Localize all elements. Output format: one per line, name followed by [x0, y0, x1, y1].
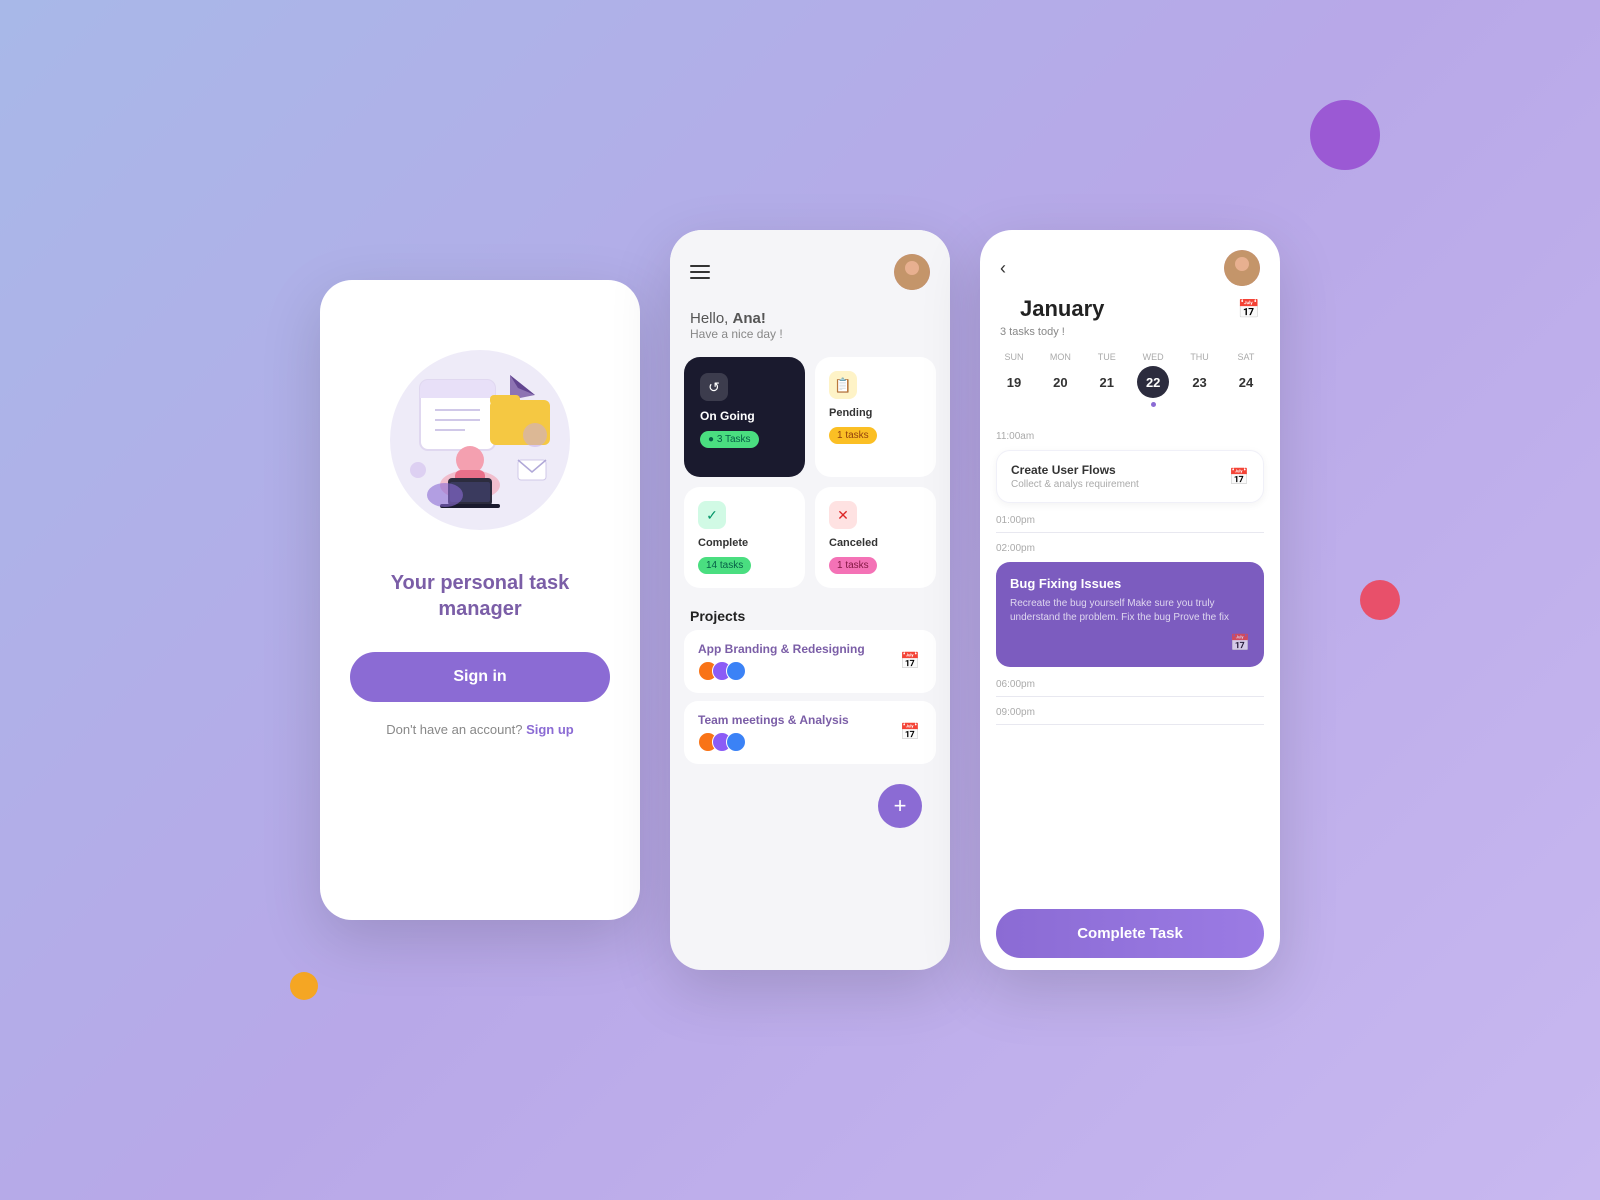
user-avatar	[894, 254, 930, 290]
project-item-1[interactable]: App Branding & Redesigning 📅	[684, 630, 936, 693]
timeline-divider-2	[996, 696, 1264, 697]
project-calendar-icon-2: 📅	[900, 722, 922, 744]
task-cards-grid: ↺ On Going ● 3 Tasks 📋 Pending 1 tasks ✓…	[670, 357, 950, 598]
deco-circle-red	[1360, 580, 1400, 620]
illustration-svg	[370, 320, 590, 540]
cal-day-20[interactable]: MON 20	[1042, 352, 1078, 407]
project-item-2[interactable]: Team meetings & Analysis 📅	[684, 701, 936, 764]
project-avatars-1	[698, 661, 865, 681]
canceled-badge: 1 tasks	[829, 557, 877, 574]
cal-user-avatar	[1224, 250, 1260, 286]
ongoing-card[interactable]: ↺ On Going ● 3 Tasks	[684, 357, 805, 477]
pending-card[interactable]: 📋 Pending 1 tasks	[815, 357, 936, 477]
pending-badge: 1 tasks	[829, 427, 877, 444]
timeline: 11:00am Create User Flows Collect & anal…	[980, 423, 1280, 897]
add-project-fab[interactable]: +	[878, 784, 922, 828]
signin-button[interactable]: Sign in	[350, 652, 610, 702]
cal-month: January	[1000, 296, 1124, 322]
event-title-1: Create User Flows	[1011, 463, 1139, 477]
screen-calendar: ‹ January 📅 3 tasks tody ! SUN 19 MON 20	[980, 230, 1280, 970]
cal-day-24[interactable]: SAT 24	[1228, 352, 1264, 407]
complete-title: Complete	[698, 537, 791, 549]
greeting-hello: Hello, Ana!	[690, 310, 930, 327]
event-bug-fixing[interactable]: Bug Fixing Issues Recreate the bug yours…	[996, 562, 1264, 667]
deco-circle-orange	[290, 972, 318, 1000]
cal-day-22[interactable]: WED 22	[1135, 352, 1171, 407]
project-calendar-icon-1: 📅	[900, 651, 922, 673]
greeting-sub: Have a nice day !	[690, 327, 930, 341]
event-desc-2: Recreate the bug yourself Make sure you …	[1010, 597, 1250, 625]
back-button[interactable]: ‹	[1000, 258, 1006, 279]
project-name-1: App Branding & Redesigning	[698, 642, 865, 656]
cal-tasks-label: 3 tasks tody !	[980, 324, 1280, 352]
cal-days: SUN 19 MON 20 TUE 21 WED 22 THU 23 SAT	[980, 352, 1280, 423]
cal-calendar-icon: 📅	[1238, 299, 1260, 320]
cal-header: ‹	[980, 230, 1280, 296]
canceled-title: Canceled	[829, 537, 922, 549]
time-0100: 01:00pm	[996, 507, 1264, 530]
time-0200: 02:00pm	[996, 535, 1264, 558]
event-title-2: Bug Fixing Issues	[1010, 576, 1250, 591]
screen-login: Your personal task manager Sign in Don't…	[320, 280, 640, 920]
complete-task-button[interactable]: Complete Task	[996, 909, 1264, 958]
login-title: Your personal task manager	[350, 570, 610, 622]
ongoing-icon: ↺	[700, 373, 728, 401]
project-name-2: Team meetings & Analysis	[698, 713, 849, 727]
member-avatar-6	[726, 732, 746, 752]
time-0900: 09:00pm	[996, 699, 1264, 722]
member-avatar-3	[726, 661, 746, 681]
deco-circle-purple	[1310, 100, 1380, 170]
ongoing-title: On Going	[700, 409, 789, 423]
screen-dashboard: Hello, Ana! Have a nice day ! ↺ On Going…	[670, 230, 950, 970]
time-0600: 06:00pm	[996, 671, 1264, 694]
ongoing-badge: ● 3 Tasks	[700, 431, 759, 448]
project-avatars-2	[698, 732, 849, 752]
projects-label: Projects	[670, 598, 950, 630]
cal-day-23[interactable]: THU 23	[1182, 352, 1218, 407]
timeline-divider-3	[996, 724, 1264, 725]
cal-day-21[interactable]: TUE 21	[1089, 352, 1125, 407]
timeline-divider-1	[996, 532, 1264, 533]
pending-icon: 📋	[829, 371, 857, 399]
time-1100: 11:00am	[996, 423, 1264, 446]
canceled-card[interactable]: ✕ Canceled 1 tasks	[815, 487, 936, 588]
canceled-icon: ✕	[829, 501, 857, 529]
dashboard-header	[670, 230, 950, 302]
active-day-dot	[1151, 402, 1156, 407]
event-calendar-icon-1: 📅	[1229, 467, 1249, 487]
cal-day-19[interactable]: SUN 19	[996, 352, 1032, 407]
hamburger-menu-icon[interactable]	[690, 265, 710, 279]
complete-badge: 14 tasks	[698, 557, 751, 574]
event-create-user-flows[interactable]: Create User Flows Collect & analys requi…	[996, 450, 1264, 503]
complete-card[interactable]: ✓ Complete 14 tasks	[684, 487, 805, 588]
signup-link[interactable]: Sign up	[526, 722, 574, 737]
signup-text: Don't have an account? Sign up	[386, 722, 574, 737]
complete-icon: ✓	[698, 501, 726, 529]
pending-title: Pending	[829, 407, 922, 419]
event-calendar-icon-2: 📅	[1230, 635, 1250, 652]
event-sub-1: Collect & analys requirement	[1011, 479, 1139, 490]
illustration-container	[370, 320, 590, 540]
screens-container: Your personal task manager Sign in Don't…	[320, 230, 1280, 970]
greeting: Hello, Ana! Have a nice day !	[670, 302, 950, 357]
